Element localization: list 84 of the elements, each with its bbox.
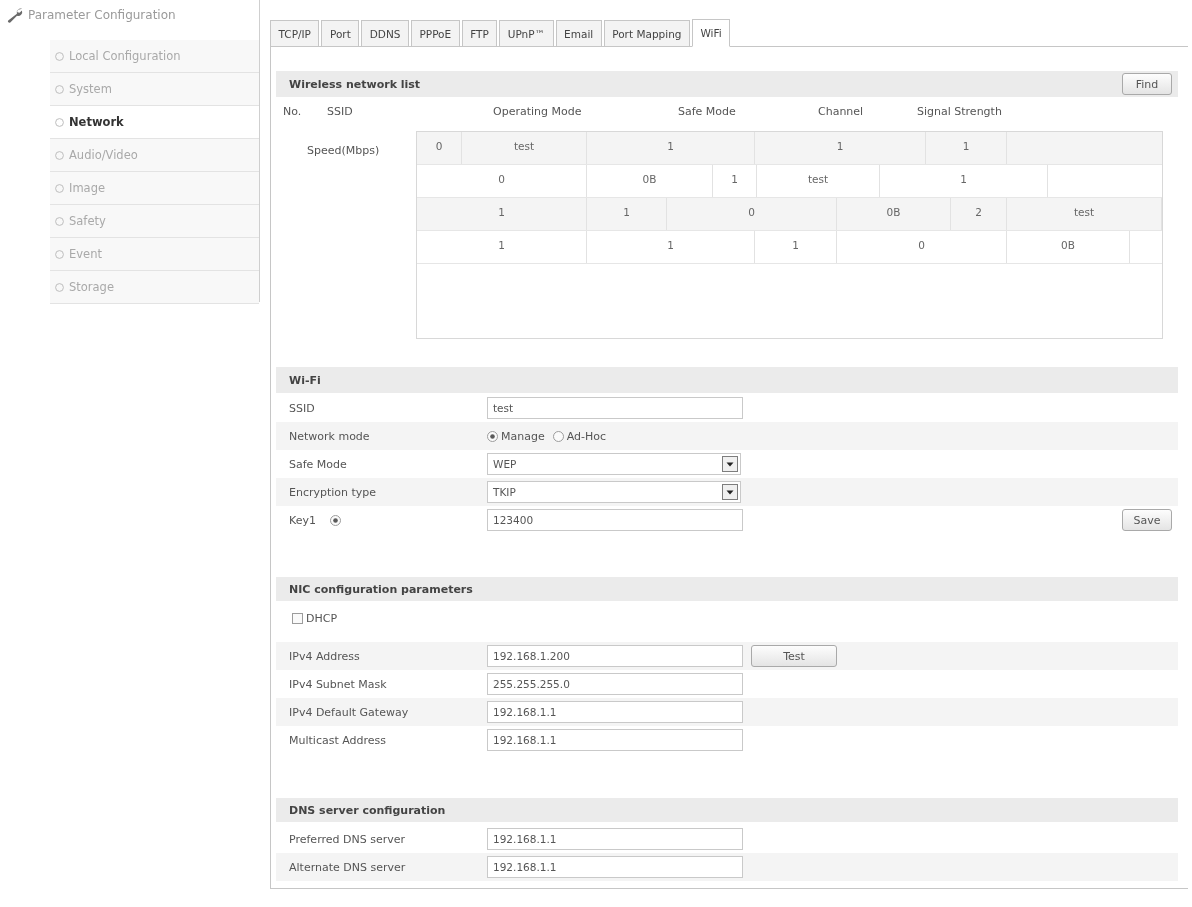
wrench-icon xyxy=(7,6,24,24)
tab[interactable]: Email xyxy=(555,20,602,47)
result-value: 1 xyxy=(755,132,926,164)
column-label: No. xyxy=(283,105,303,118)
result-value: 0B xyxy=(587,165,713,197)
field-label: Encryption type xyxy=(289,485,378,499)
sidebar-title: Parameter Configuration xyxy=(28,8,176,22)
tab[interactable]: WiFi xyxy=(691,19,731,47)
field-label: Key1 xyxy=(289,513,316,527)
tab[interactable]: PPPoE xyxy=(410,20,460,47)
text-field[interactable]: 192.168.1.1 xyxy=(487,856,743,878)
result-value: 1 xyxy=(417,198,587,230)
section-title: Wireless network list xyxy=(289,77,421,91)
result-value: 0B xyxy=(837,198,951,230)
radio-label: Ad-Hoc xyxy=(566,429,607,443)
column-label: Speed(Mbps) xyxy=(307,144,380,157)
field-label: Safe Mode xyxy=(289,457,348,471)
dropdown[interactable]: WEP xyxy=(487,453,741,475)
column-label: Channel xyxy=(818,105,865,118)
column-label: SSID xyxy=(327,105,354,118)
column-label: Safe Mode xyxy=(678,105,737,118)
tab[interactable]: DDNS xyxy=(361,20,409,47)
field-label: Multicast Address xyxy=(289,733,388,747)
radio-icon[interactable] xyxy=(329,514,341,526)
bullet-icon xyxy=(55,183,64,193)
field-label: DHCP xyxy=(306,612,338,625)
result-value: 1 xyxy=(417,231,587,263)
tab[interactable]: FTP xyxy=(461,20,498,47)
bullet-icon xyxy=(55,117,64,127)
caret-icon xyxy=(722,484,738,500)
section-title: Wi-Fi xyxy=(289,373,321,387)
caret-icon xyxy=(722,456,738,472)
bullet-icon xyxy=(55,51,64,61)
result-value: test xyxy=(757,165,880,197)
radio-icon[interactable] xyxy=(487,430,498,442)
result-value: 2 xyxy=(951,198,1007,230)
text-field[interactable]: 123400 xyxy=(487,509,743,531)
section-title: NIC configuration parameters xyxy=(289,582,473,596)
field-label: Preferred DNS server xyxy=(289,832,406,846)
result-value: 0B xyxy=(1007,231,1130,263)
save-button[interactable]: Save xyxy=(1122,509,1172,531)
text-field[interactable]: 255.255.255.0 xyxy=(487,673,743,695)
result-value: 1 xyxy=(587,132,755,164)
tab[interactable]: Port Mapping xyxy=(603,20,690,47)
column-label: Operating Mode xyxy=(493,105,583,118)
bullet-icon xyxy=(55,84,64,94)
text-field[interactable]: 192.168.1.1 xyxy=(487,828,743,850)
field-label: IPv4 Address xyxy=(289,649,361,663)
tab[interactable]: UPnP™ xyxy=(499,20,554,47)
result-value: 0 xyxy=(667,198,837,230)
radio-label: Manage xyxy=(501,429,545,443)
field-label: Alternate DNS server xyxy=(289,860,407,874)
find-button[interactable]: Find xyxy=(1122,73,1172,95)
result-value: 1 xyxy=(587,198,667,230)
result-value: 1 xyxy=(926,132,1007,164)
result-value: test xyxy=(1007,198,1162,230)
radio-icon[interactable] xyxy=(552,430,564,442)
text-field[interactable]: 192.168.1.1 xyxy=(487,729,743,751)
result-value: test xyxy=(462,132,587,164)
bullet-icon xyxy=(55,249,64,259)
dropdown[interactable]: TKIP xyxy=(487,481,741,503)
checkbox-icon[interactable] xyxy=(292,613,303,624)
result-value: 1 xyxy=(880,165,1048,197)
text-field[interactable]: 192.168.1.200 xyxy=(487,645,743,667)
column-label: Signal Strength xyxy=(917,105,1002,118)
field-label: IPv4 Default Gateway xyxy=(289,705,410,719)
text-field[interactable]: 192.168.1.1 xyxy=(487,701,743,723)
field-label: Network mode xyxy=(289,429,371,443)
bullet-icon xyxy=(55,216,64,226)
section-title: DNS server configuration xyxy=(289,803,446,817)
result-value: 0 xyxy=(417,132,462,164)
result-value: 0 xyxy=(417,165,587,197)
field-label: SSID xyxy=(289,401,316,415)
bullet-icon xyxy=(55,150,64,160)
test-button[interactable]: Test xyxy=(751,645,837,667)
text-field[interactable]: test xyxy=(487,397,743,419)
bullet-icon xyxy=(55,282,64,292)
tab[interactable]: Port xyxy=(321,20,360,47)
result-value: 0 xyxy=(837,231,1007,263)
result-value: 1 xyxy=(587,231,755,263)
result-value: 1 xyxy=(713,165,757,197)
tab[interactable]: TCP/IP xyxy=(270,20,320,47)
result-value: 1 xyxy=(755,231,837,263)
field-label: IPv4 Subnet Mask xyxy=(289,677,388,691)
